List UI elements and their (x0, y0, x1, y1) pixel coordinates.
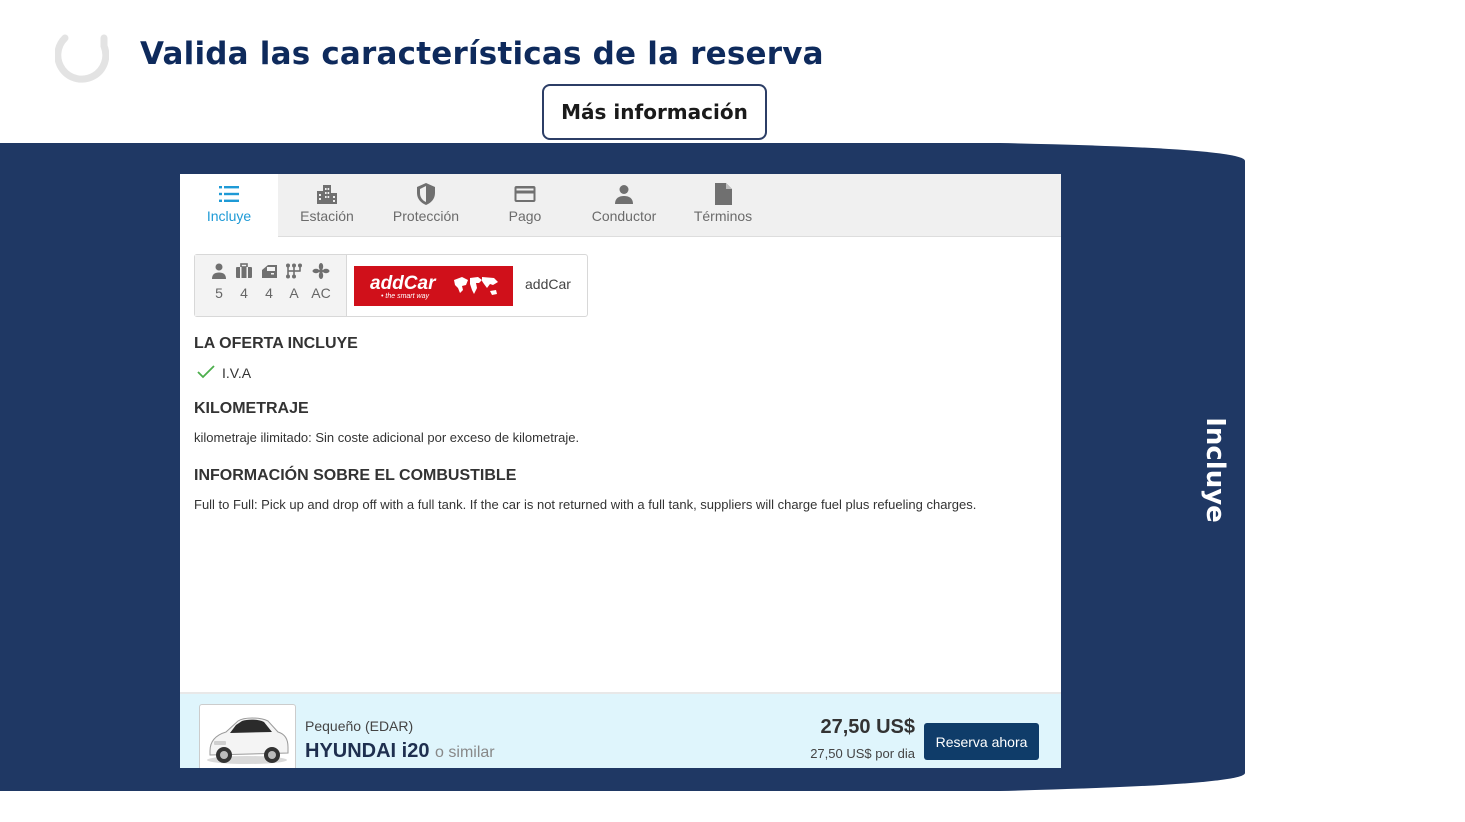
spec-luggage: 4 (233, 263, 255, 301)
check-icon (197, 365, 215, 379)
building-icon (317, 185, 337, 204)
mileage-section-title: KILOMETRAJE (194, 400, 309, 417)
tab-label: Incluye (206, 208, 252, 224)
tab-label: Pago (508, 208, 542, 224)
brand-logo-icon (55, 34, 109, 83)
side-section-label: Incluye (1200, 417, 1230, 523)
fuel-text: Full to Full: Pick up and drop off with … (194, 497, 977, 512)
spec-air-conditioning: AC (308, 263, 334, 301)
spec-doors: 4 (258, 263, 280, 301)
mileage-text: kilometraje ilimitado: Sin coste adicion… (194, 430, 580, 445)
supplier-name: addCar (525, 276, 571, 292)
world-map-icon (454, 277, 498, 295)
car-specs-list: 5 4 4 A AC (195, 255, 347, 316)
total-price: 27,50 US$ (820, 716, 915, 738)
reserve-now-button[interactable]: Reserva ahora (924, 723, 1039, 760)
transmission-icon (286, 263, 302, 279)
tab-label: Protección (392, 208, 460, 224)
tab-pago[interactable]: Pago (476, 174, 574, 237)
tab-incluye[interactable]: Incluye (180, 174, 278, 238)
booking-summary-bar: Pequeño (EDAR) HYUNDAI i20 o similar 27,… (180, 692, 1061, 768)
tab-estacion[interactable]: Estación (278, 174, 376, 237)
car-specs-card: 5 4 4 A AC addCar • the smart way addCar (194, 254, 588, 317)
more-info-button[interactable]: Más información (542, 84, 767, 140)
offer-item-iva: I.V.A (222, 365, 252, 381)
person-icon (615, 185, 633, 204)
car-category: Pequeño (EDAR) (305, 718, 414, 734)
car-similar-label: o similar (435, 744, 495, 761)
car-thumbnail (199, 704, 296, 768)
tab-label: Conductor (591, 208, 657, 224)
passenger-icon (212, 263, 226, 279)
booking-details-panel: Incluye Estación Protección Pago Conduct… (180, 174, 1061, 768)
spec-passengers: 5 (208, 263, 230, 301)
tab-proteccion[interactable]: Protección (377, 174, 475, 237)
car-model: HYUNDAI i20 (305, 740, 430, 762)
supplier-logo: addCar • the smart way (354, 266, 513, 306)
air-conditioning-icon (312, 263, 330, 279)
car-image-icon (207, 717, 289, 764)
tab-bar: Incluye Estación Protección Pago Conduct… (180, 174, 1061, 238)
shield-icon (417, 183, 435, 205)
offer-section-title: LA OFERTA INCLUYE (194, 335, 358, 352)
tab-label: Términos (693, 208, 753, 224)
fuel-section-title: INFORMACIÓN SOBRE EL COMBUSTIBLE (194, 467, 517, 484)
credit-card-icon (514, 186, 536, 202)
tab-label: Estación (300, 208, 354, 224)
price-per-day: 27,50 US$ por dia (810, 746, 915, 761)
document-icon (715, 183, 732, 205)
list-icon (219, 186, 239, 202)
car-model-line: HYUNDAI i20 o similar (305, 740, 495, 763)
luggage-icon (236, 263, 252, 278)
tab-conductor[interactable]: Conductor (575, 174, 673, 237)
slide-title: Valida las características de la reserva (140, 36, 824, 72)
tab-terminos[interactable]: Términos (674, 174, 772, 237)
door-icon (262, 265, 277, 278)
spec-transmission: A (283, 263, 305, 301)
